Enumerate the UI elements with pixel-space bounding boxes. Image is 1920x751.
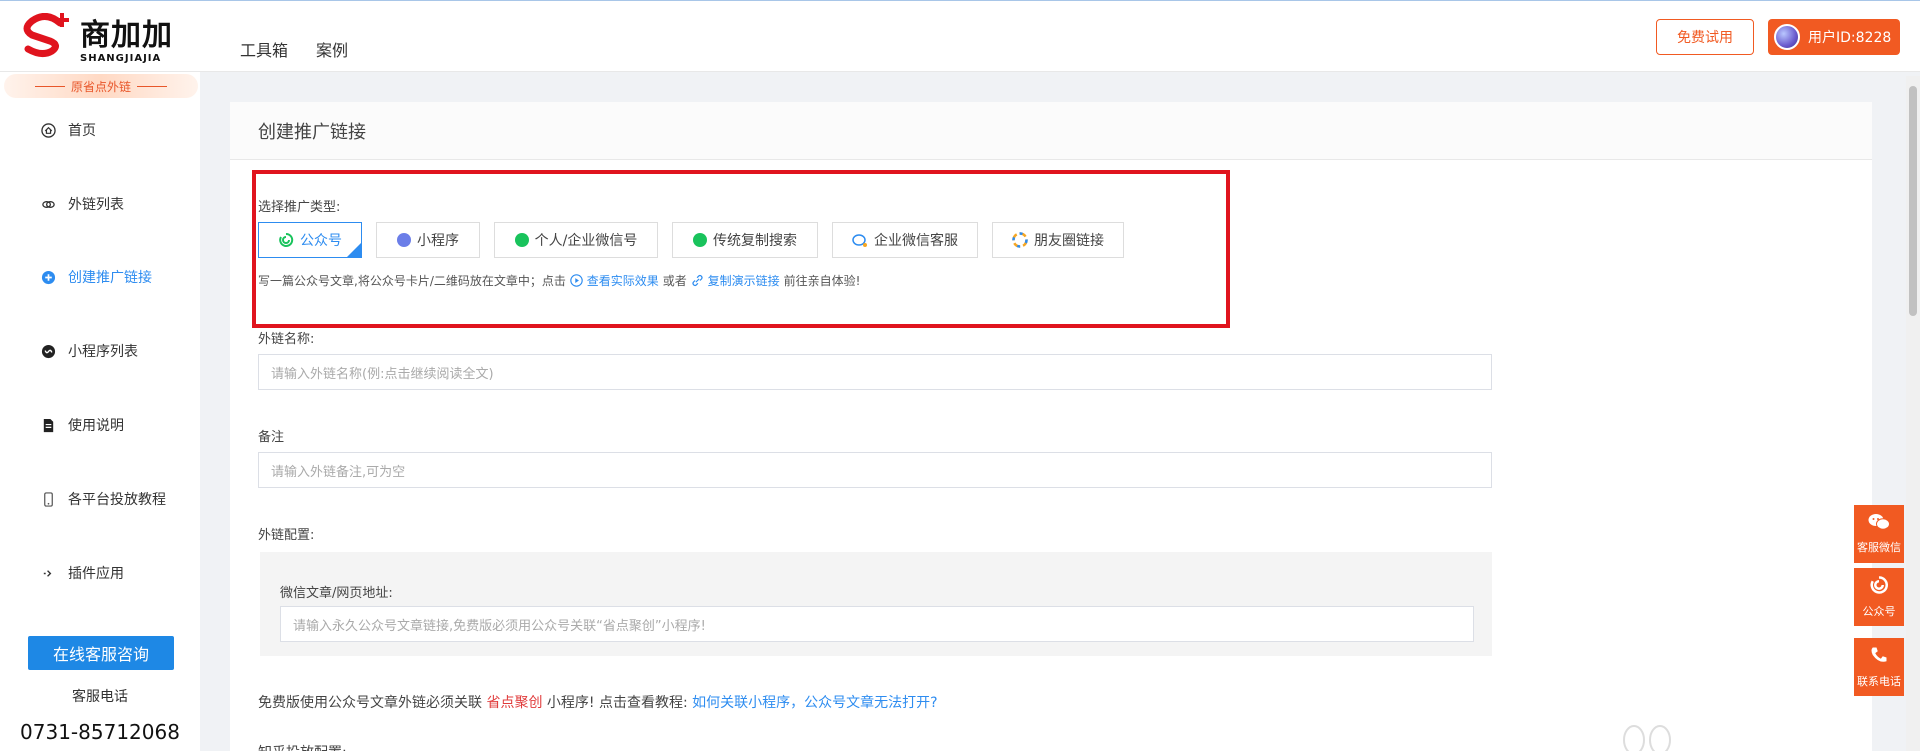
- type-miniprogram[interactable]: 小程序: [376, 222, 480, 258]
- page-title: 创建推广链接: [230, 102, 1872, 160]
- float-official-account[interactable]: 公众号: [1854, 568, 1904, 626]
- type-label: 个人/企业微信号: [534, 233, 638, 249]
- float-label: 客服微信: [1857, 541, 1901, 554]
- wechat-icon: [693, 233, 707, 247]
- top-header: 商加加 SHANGJIAJIA 工具箱 案例 免费试用 用户ID:8228: [0, 0, 1920, 72]
- phone-number: 0731-85712068: [20, 720, 180, 744]
- sidebar-item-miniprograms[interactable]: 小程序列表: [40, 341, 138, 361]
- online-service-button[interactable]: 在线客服咨询: [28, 636, 174, 670]
- play-circle-icon: [570, 274, 583, 287]
- type-hint: 写一篇公众号文章,将公众号卡片/二维码放在文章中；点击 查看实际效果 或者 复制…: [258, 272, 860, 289]
- nav-toolbox[interactable]: 工具箱: [240, 37, 288, 61]
- avatar: [1774, 24, 1800, 50]
- slogan-text: 原省点外链: [70, 79, 131, 94]
- name-label: 外链名称:: [258, 332, 315, 347]
- sidebar-item-tutorials[interactable]: 各平台投放教程: [40, 489, 166, 509]
- sidebar-item-label: 使用说明: [68, 418, 124, 434]
- chain-link-icon: [692, 275, 703, 286]
- free-version-note: 免费版使用公众号文章外链必须关联 省点聚创 小程序! 点击查看教程: 如何关联小…: [258, 692, 938, 712]
- copy-demo-link[interactable]: 复制演示链接: [691, 272, 780, 289]
- type-selector: 公众号 小程序 个人/企业微信号 传统复制搜索 企业微信客服 朋友圈链接: [258, 222, 1124, 258]
- remark-input[interactable]: 请输入外链备注,可为空: [258, 452, 1492, 488]
- type-label: 小程序: [417, 233, 459, 249]
- note-text: 小程序! 点击查看教程:: [546, 695, 688, 711]
- float-phone[interactable]: 联系电话: [1854, 638, 1904, 696]
- miniprogram-icon: [40, 343, 56, 359]
- scrollbar-thumb[interactable]: [1909, 86, 1917, 316]
- home-icon: [40, 122, 56, 138]
- config-label: 外链配置:: [258, 528, 315, 543]
- link-text: 查看实际效果: [586, 274, 659, 288]
- type-moments-link[interactable]: 朋友圈链接: [992, 222, 1124, 258]
- user-account-button[interactable]: 用户ID:8228: [1768, 19, 1900, 55]
- selected-corner-icon: [347, 243, 361, 257]
- moments-icon: [1012, 232, 1028, 248]
- type-label: 传统复制搜索: [713, 233, 797, 249]
- float-wechat-service[interactable]: 客服微信: [1854, 505, 1904, 563]
- divider: [34, 85, 65, 87]
- sidebar-item-instructions[interactable]: 使用说明: [40, 415, 124, 435]
- link-icon: [40, 196, 56, 212]
- type-label: 公众号: [300, 233, 342, 249]
- type-copy-search[interactable]: 传统复制搜索: [672, 222, 818, 258]
- plus-circle-icon: [40, 269, 56, 285]
- sidebar-item-label: 首页: [68, 123, 96, 139]
- article-url-input[interactable]: 请输入永久公众号文章链接,免费版必须用公众号关联“省点聚创”小程序!: [280, 606, 1474, 642]
- phone-icon: [40, 491, 56, 507]
- remark-label: 备注: [258, 430, 285, 445]
- wechat-icon: [1868, 513, 1890, 535]
- note-highlight: 省点聚创: [486, 695, 543, 711]
- sidebar-item-links[interactable]: 外链列表: [40, 194, 124, 214]
- type-enterprise-service[interactable]: 企业微信客服: [832, 222, 978, 258]
- divider: [137, 85, 167, 87]
- config-box: 微信文章/网页地址: 请输入永久公众号文章链接,免费版必须用公众号关联“省点聚创…: [260, 552, 1492, 656]
- arrow-icon: [40, 565, 56, 581]
- wechat-icon: [514, 233, 529, 247]
- free-trial-button[interactable]: 免费试用: [1656, 19, 1754, 55]
- main-panel: 创建推广链接 选择推广类型: 公众号 小程序 个人/企业微信号 传统复制搜索 企…: [230, 102, 1872, 751]
- type-label: 朋友圈链接: [1034, 233, 1104, 249]
- brand-name: 商加加: [80, 18, 173, 53]
- link-name-input[interactable]: 请输入外链名称(例:点击继续阅读全文): [258, 354, 1492, 390]
- tutorial-link[interactable]: 如何关联小程序，公众号文章无法打开?: [692, 695, 937, 711]
- type-label: 企业微信客服: [874, 233, 958, 249]
- hint-text: 写一篇公众号文章,将公众号卡片/二维码放在文章中；点击: [258, 274, 566, 288]
- paw-decoration-icon: [1623, 725, 1671, 751]
- zhihu-config-label: 知乎投放配置:: [258, 742, 347, 751]
- official-account-icon: [1869, 575, 1889, 599]
- phone-label: 客服电话: [72, 689, 128, 705]
- float-label: 公众号: [1862, 605, 1896, 618]
- logo-mark-icon: [23, 13, 69, 58]
- sidebar-item-create-link[interactable]: 创建推广链接: [40, 267, 152, 287]
- official-account-icon: [279, 232, 294, 247]
- hint-text: 前往亲自体验!: [783, 274, 861, 288]
- miniprogram-icon: [397, 233, 411, 247]
- enterprise-wechat-icon: [852, 234, 867, 247]
- type-wechat-account[interactable]: 个人/企业微信号: [494, 222, 658, 258]
- top-nav: 工具箱 案例: [240, 37, 348, 61]
- float-label: 联系电话: [1857, 675, 1901, 688]
- hint-text: 或者: [662, 274, 687, 288]
- url-label: 微信文章/网页地址:: [280, 586, 393, 601]
- sidebar-item-label: 创建推广链接: [68, 270, 152, 286]
- brand-logo[interactable]: 商加加 SHANGJIAJIA: [20, 9, 180, 65]
- sidebar-item-label: 插件应用: [68, 566, 124, 582]
- type-label: 选择推广类型:: [258, 200, 341, 215]
- sidebar-item-plugins[interactable]: 插件应用: [40, 563, 124, 583]
- nav-cases[interactable]: 案例: [316, 37, 348, 61]
- sidebar-item-home[interactable]: 首页: [40, 120, 96, 140]
- sidebar-item-label: 外链列表: [68, 197, 124, 213]
- link-text: 复制演示链接: [707, 274, 780, 288]
- view-effect-link[interactable]: 查看实际效果: [570, 272, 659, 289]
- phone-call-icon: [1869, 645, 1889, 669]
- sidebar-item-label: 各平台投放教程: [68, 492, 166, 508]
- sidebar: 原省点外链 首页 外链列表 创建推广链接 小程序列表 使用说明 各平台投放教程 …: [0, 72, 200, 751]
- note-text: 免费版使用公众号文章外链必须关联: [258, 695, 482, 711]
- sidebar-slogan: 原省点外链: [4, 74, 198, 98]
- type-official-account[interactable]: 公众号: [258, 222, 362, 258]
- brand-sub: SHANGJIAJIA: [80, 53, 162, 64]
- user-id-label: 用户ID:8228: [1808, 30, 1892, 46]
- sidebar-item-label: 小程序列表: [68, 344, 138, 360]
- document-icon: [40, 417, 56, 433]
